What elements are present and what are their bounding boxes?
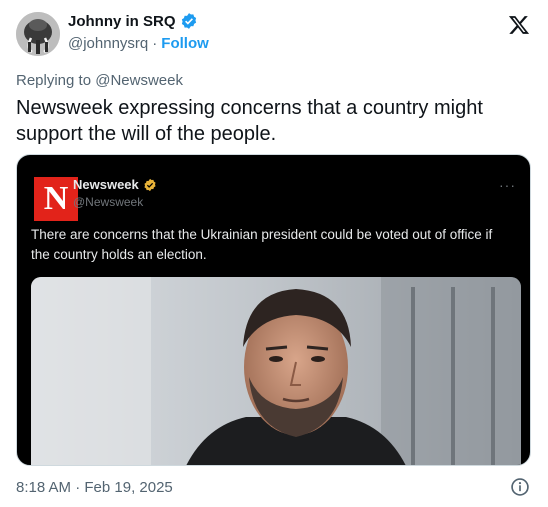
follow-button[interactable]: Follow <box>161 35 209 52</box>
newsweek-logo: N <box>34 177 78 221</box>
portrait-image <box>31 277 521 465</box>
handle[interactable]: @johnnysrq <box>68 35 148 52</box>
embedded-name: Newsweek <box>73 177 139 192</box>
replying-prefix: Replying to <box>16 72 92 89</box>
handle-row: @johnnysrq · Follow <box>68 35 209 52</box>
separator-dot: · <box>152 35 158 52</box>
verified-badge-icon <box>181 13 196 29</box>
more-options-icon: ··· <box>499 177 516 193</box>
reply-mention-link[interactable]: @Newsweek <box>95 72 183 89</box>
embedded-screenshot[interactable]: N Newsweek @Newsweek ··· There are conce… <box>16 154 531 466</box>
tweet-timestamp[interactable]: 8:18 AM · Feb 19, 2025 <box>16 479 173 496</box>
tweet-card: Johnny in SRQ @johnnysrq · Follow Replyi… <box>0 0 548 507</box>
tweet-text: Newsweek expressing concerns that a coun… <box>16 97 483 145</box>
embedded-handle: @Newsweek <box>73 195 144 209</box>
avatar[interactable] <box>16 12 60 56</box>
author-name-row: Johnny in SRQ <box>68 12 198 30</box>
mammoth-avatar-icon <box>16 12 60 56</box>
news-photo <box>31 277 521 465</box>
x-logo-icon[interactable] <box>508 14 530 36</box>
replying-to: Replying to @Newsweek <box>16 72 183 89</box>
embedded-text: There are concerns that the Ukrainian pr… <box>31 227 493 262</box>
info-icon[interactable] <box>510 477 530 497</box>
embedded-name-row: Newsweek <box>73 177 157 192</box>
display-name[interactable]: Johnny in SRQ <box>68 13 176 30</box>
gold-verified-badge-icon <box>144 178 156 191</box>
